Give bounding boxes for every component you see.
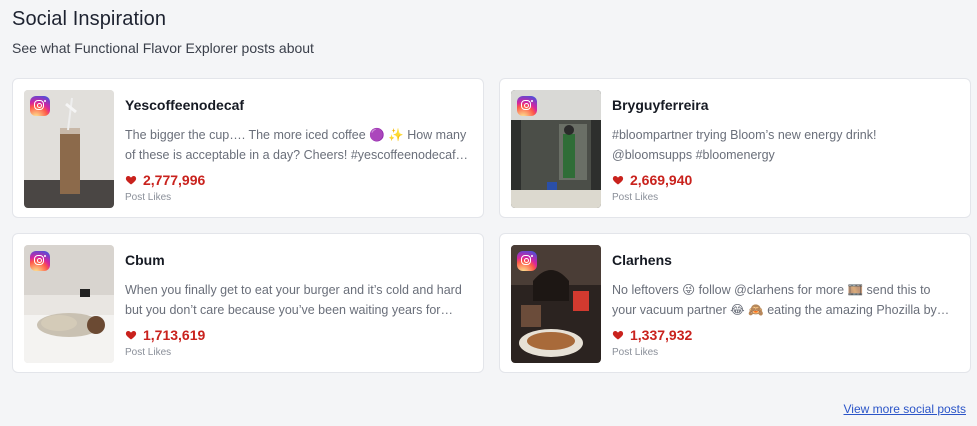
instagram-icon: [517, 251, 537, 271]
post-author[interactable]: Bryguyferreira: [612, 97, 709, 113]
social-post-card[interactable]: Yescoffeenodecaf The bigger the cup…. Th…: [12, 78, 484, 218]
post-likes: 2,777,996: [125, 172, 205, 188]
like-count: 1,713,619: [143, 327, 206, 343]
like-count: 2,669,940: [630, 172, 693, 188]
like-count: 2,777,996: [143, 172, 206, 188]
instagram-icon: [30, 251, 50, 271]
heart-icon: [612, 176, 624, 185]
post-likes: 2,669,940: [612, 172, 692, 188]
post-thumbnail[interactable]: [511, 90, 601, 208]
like-label: Post Likes: [612, 192, 659, 203]
post-author[interactable]: Cbum: [125, 252, 165, 268]
post-caption: The bigger the cup…. The more iced coffe…: [125, 128, 469, 162]
post-thumbnail[interactable]: [24, 90, 114, 208]
heart-icon: [125, 331, 137, 340]
social-post-card[interactable]: Cbum When you finally get to eat your bu…: [12, 233, 484, 373]
post-thumbnail[interactable]: [24, 245, 114, 363]
social-post-card[interactable]: Bryguyferreira #bloompartner trying Bloo…: [499, 78, 971, 218]
like-label: Post Likes: [125, 192, 172, 203]
instagram-icon: [30, 96, 50, 116]
page-subtitle: See what Functional Flavor Explorer post…: [12, 40, 314, 56]
like-label: Post Likes: [125, 347, 172, 358]
post-caption: #bloompartner trying Bloom’s new energy …: [612, 128, 877, 162]
post-caption: When you finally get to eat your burger …: [125, 283, 462, 317]
social-post-card[interactable]: Clarhens No leftovers 😜 follow @clarhens…: [499, 233, 971, 373]
instagram-icon: [517, 96, 537, 116]
like-count: 1,337,932: [630, 327, 693, 343]
like-label: Post Likes: [612, 347, 659, 358]
post-likes: 1,713,619: [125, 327, 205, 343]
page-title: Social Inspiration: [12, 8, 167, 30]
heart-icon: [612, 331, 624, 340]
post-caption: No leftovers 😜 follow @clarhens for more…: [612, 283, 950, 317]
post-likes: 1,337,932: [612, 327, 692, 343]
view-more-link[interactable]: View more social posts: [844, 402, 967, 416]
post-thumbnail[interactable]: [511, 245, 601, 363]
post-author[interactable]: Clarhens: [612, 252, 672, 268]
heart-icon: [125, 176, 137, 185]
post-author[interactable]: Yescoffeenodecaf: [125, 97, 244, 113]
